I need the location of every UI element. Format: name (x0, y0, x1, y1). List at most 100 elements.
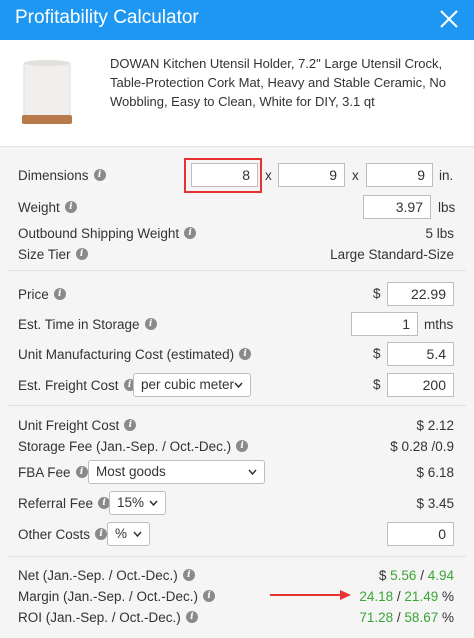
referral-fee-label-text: Referral Fee (18, 495, 94, 511)
mfg-cost-label-text: Unit Manufacturing Cost (estimated) (18, 346, 235, 362)
storage-fee-row: Storage Fee (Jan.-Sep. / Oct.-Dec.) i $ 0… (18, 433, 454, 459)
price-label-text: Price (18, 286, 49, 302)
storage-fee-value: $ 0.28 /0.9 (390, 438, 454, 454)
chevron-down-icon (133, 531, 142, 537)
net-label: Net (Jan.-Sep. / Oct.-Dec.) i (18, 568, 195, 583)
info-icon[interactable]: i (236, 440, 249, 452)
mfg-cost-label: Unit Manufacturing Cost (estimated) i (18, 346, 252, 362)
roi-value-b: 58.67 (404, 609, 439, 625)
roi-value-a: 71.28 (359, 609, 394, 625)
freight-cost-label-text: Est. Freight Cost (18, 377, 119, 393)
info-icon[interactable]: i (239, 348, 252, 360)
other-costs-label: Other Costs i (18, 526, 108, 542)
unit-freight-label-text: Unit Freight Cost (18, 417, 120, 433)
freight-cost-currency: $ (373, 377, 381, 392)
info-icon[interactable]: i (124, 419, 137, 431)
margin-suffix: % (441, 588, 454, 604)
dimension-separator: x (352, 168, 359, 183)
dimension-separator: x (265, 168, 272, 183)
info-icon[interactable]: i (185, 611, 198, 623)
size-tier-row: Size Tier i Large Standard-Size (18, 241, 454, 267)
margin-label: Margin (Jan.-Sep. / Oct.-Dec.) i (18, 588, 216, 604)
chevron-down-icon (149, 500, 158, 506)
info-icon[interactable]: i (144, 318, 157, 330)
outbound-weight-label-text: Outbound Shipping Weight (18, 225, 180, 241)
info-icon[interactable]: i (203, 590, 216, 602)
storage-fee-label-text: Storage Fee (Jan.-Sep. / Oct.-Dec.) (18, 438, 232, 454)
other-costs-unit-value: % (115, 526, 128, 541)
roi-sep: / (396, 609, 401, 625)
chevron-down-icon (248, 469, 257, 475)
mfg-cost-input[interactable]: 5.4 (387, 342, 454, 366)
other-costs-unit-select[interactable]: % (107, 522, 150, 546)
info-icon[interactable]: i (182, 569, 195, 581)
info-icon[interactable]: i (95, 528, 108, 540)
product-image (22, 60, 72, 124)
chevron-down-icon (234, 382, 243, 388)
highlight-box (184, 158, 262, 193)
info-icon[interactable]: i (75, 466, 88, 478)
referral-fee-row: Referral Fee i $ 3.45 (18, 490, 454, 516)
fba-category-value: Most goods (96, 464, 166, 479)
info-icon[interactable]: i (93, 169, 106, 181)
price-label: Price i (18, 287, 66, 302)
net-label-text: Net (Jan.-Sep. / Oct.-Dec.) (18, 567, 178, 583)
info-icon[interactable]: i (184, 227, 197, 239)
dimension-unit: in. (439, 168, 454, 183)
referral-fee-value: $ 3.45 (416, 495, 454, 511)
storage-time-input[interactable]: 1 (351, 312, 418, 336)
product-title: DOWAN Kitchen Utensil Holder, 7.2" Large… (110, 56, 446, 109)
outbound-weight-label: Outbound Shipping Weight i (18, 225, 197, 241)
margin-sep: / (396, 588, 401, 604)
mfg-cost-currency: $ (373, 346, 381, 361)
info-icon[interactable]: i (64, 201, 77, 213)
close-icon[interactable] (438, 8, 460, 30)
roi-value: 71.28 / 58.67 % (359, 610, 454, 625)
other-costs-label-text: Other Costs (18, 526, 91, 542)
net-value-b: 4.94 (427, 567, 454, 583)
net-value-a: 5.56 (390, 567, 417, 583)
net-value: $ 5.56 / 4.94 (379, 568, 454, 583)
fba-category-select[interactable]: Most goods (88, 460, 265, 484)
price-currency: $ (373, 286, 381, 301)
roi-row: ROI (Jan.-Sep. / Oct.-Dec.) i 71.28 / 58.… (18, 604, 454, 630)
divider (8, 270, 466, 271)
margin-value-b: 21.49 (404, 588, 439, 604)
fba-fee-label: FBA Fee i (18, 465, 88, 480)
freight-mode-select[interactable]: per cubic meter (133, 373, 251, 397)
margin-value: 24.18 / 21.49 % (359, 589, 454, 604)
other-costs-input[interactable]: 0 (387, 522, 454, 546)
storage-time-label-text: Est. Time in Storage (18, 316, 140, 332)
divider (8, 405, 466, 406)
dimensions-label-text: Dimensions (18, 167, 89, 183)
info-icon[interactable]: i (75, 248, 88, 260)
size-tier-label: Size Tier i (18, 247, 88, 262)
referral-fee-label: Referral Fee i (18, 495, 111, 511)
weight-unit: lbs (438, 200, 456, 215)
weight-label: Weight i (18, 200, 77, 215)
outbound-weight-value: 5 lbs (425, 225, 454, 241)
size-tier-label-text: Size Tier (18, 246, 71, 262)
product-summary: DOWAN Kitchen Utensil Holder, 7.2" Large… (0, 40, 474, 146)
info-icon[interactable]: i (53, 288, 66, 300)
roi-label: ROI (Jan.-Sep. / Oct.-Dec.) i (18, 610, 198, 625)
size-tier-value: Large Standard-Size (330, 246, 454, 262)
price-input[interactable]: 22.99 (387, 282, 454, 306)
width-input[interactable]: 9 (278, 163, 345, 187)
margin-label-text: Margin (Jan.-Sep. / Oct.-Dec.) (18, 588, 199, 604)
freight-cost-label: Est. Freight Cost i (18, 378, 136, 393)
freight-cost-input[interactable]: 200 (387, 373, 454, 397)
header-bar: Profitability Calculator (0, 0, 474, 40)
height-input[interactable]: 9 (366, 163, 433, 187)
referral-percent-value: 15% (117, 495, 145, 510)
roi-label-text: ROI (Jan.-Sep. / Oct.-Dec.) (18, 609, 181, 625)
weight-input[interactable]: 3.97 (363, 195, 431, 219)
fba-fee-value: $ 6.18 (416, 464, 454, 480)
fba-fee-label-text: FBA Fee (18, 464, 71, 480)
unit-freight-label: Unit Freight Cost i (18, 417, 137, 433)
net-sep: / (420, 567, 424, 583)
divider (8, 556, 466, 557)
freight-mode-value: per cubic meter (141, 377, 235, 392)
referral-percent-select[interactable]: 15% (109, 491, 166, 515)
storage-fee-label: Storage Fee (Jan.-Sep. / Oct.-Dec.) i (18, 438, 249, 454)
